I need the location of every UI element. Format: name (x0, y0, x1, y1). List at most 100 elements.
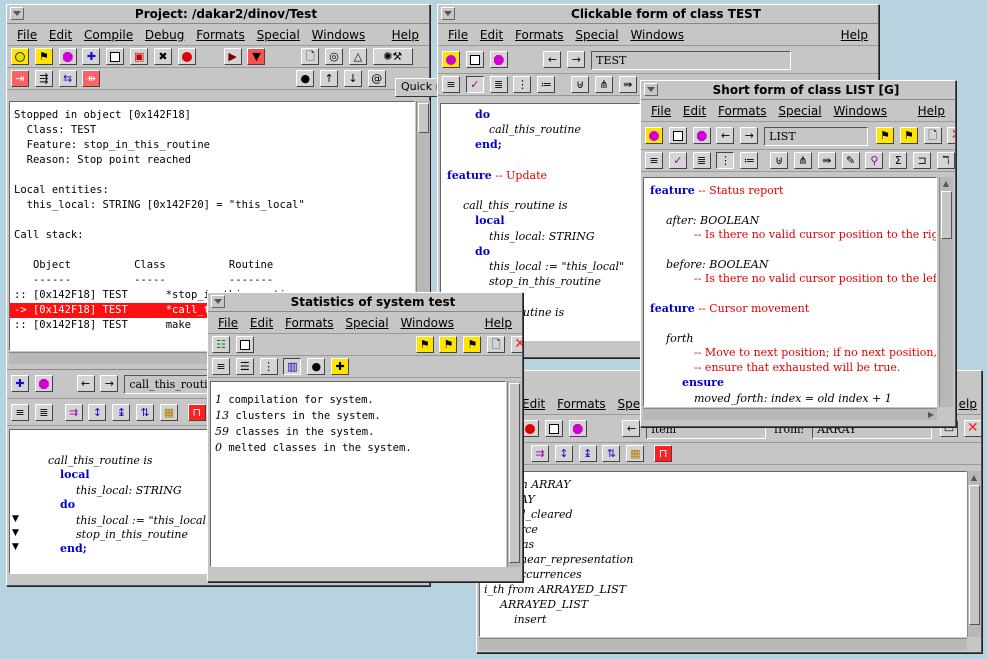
system-icon[interactable] (106, 48, 125, 65)
descendants-icon[interactable]: ⋔ (594, 76, 613, 93)
routine-line[interactable]: call_this_routine is (48, 454, 153, 467)
menu-help[interactable]: Help (485, 312, 512, 330)
exec-nostop-icon[interactable]: ⇻ (82, 70, 101, 87)
menu-help[interactable]: Help (392, 24, 419, 42)
menu-edit[interactable]: Edit (522, 393, 545, 411)
shortform-text[interactable]: feature -- Status report after: BOOLEAN --… (643, 177, 937, 407)
routine-line[interactable]: this_local: STRING (76, 484, 182, 497)
menu-file[interactable]: File (651, 100, 671, 118)
window-menu-button[interactable] (441, 7, 455, 20)
suppliers-icon[interactable]: ✎ (841, 152, 860, 169)
routine-hole-icon[interactable]: ⚑ (34, 48, 53, 65)
implementers-icon[interactable]: ↕ (88, 404, 107, 421)
shortform-titlebar[interactable]: Short form of class LIST [G] (641, 81, 955, 100)
short-format-icon[interactable]: ⋮ (513, 76, 532, 93)
menu-formats[interactable]: Formats (196, 24, 245, 42)
implementers-icon[interactable]: ↕ (554, 445, 573, 462)
short-format-icon[interactable]: ⋮ (259, 358, 278, 375)
short-format-icon[interactable]: ⋮ (716, 152, 735, 169)
feature-line[interactable]: l_cleared (522, 508, 573, 521)
class-hole-icon[interactable] (645, 127, 663, 144)
run-icon[interactable]: ▶ (223, 48, 242, 65)
menu-debug[interactable]: Debug (145, 24, 184, 42)
list-format-icon[interactable]: ☰ (235, 358, 254, 375)
forward-icon[interactable]: → (740, 127, 759, 144)
feature-text[interactable]: on ARRAY AY l_cleared rce as near_representat… (479, 471, 967, 637)
code-line[interactable]: call_this_routine is (463, 199, 568, 212)
menu-edit[interactable]: Edit (480, 24, 503, 42)
routine-line[interactable]: stop_in_this_routine (76, 528, 188, 541)
exec-step-icon[interactable]: ⇶ (34, 70, 53, 87)
descendants-icon[interactable]: ⋔ (793, 152, 812, 169)
routine-line[interactable]: this_local := "this_local"; (76, 514, 215, 527)
empty-box-icon[interactable] (235, 336, 254, 353)
forward-icon[interactable]: → (100, 375, 119, 392)
up-stack-icon[interactable]: ↑ (320, 70, 339, 87)
routine-line[interactable]: local (60, 468, 90, 481)
short-line[interactable]: ensure (682, 376, 724, 389)
stop-point-icon[interactable]: ▼ (12, 514, 19, 524)
stop-here-icon[interactable]: ⊓ (187, 404, 206, 421)
short-line[interactable]: forth (666, 332, 693, 345)
print-icon[interactable]: ⚑ (463, 336, 482, 353)
menu-special[interactable]: Special (778, 100, 821, 118)
text-format-icon[interactable]: ≡ (212, 358, 230, 375)
contract-format-icon[interactable]: ≔ (740, 152, 759, 169)
save-as-icon[interactable]: ⚑ (899, 127, 918, 144)
menu-special[interactable]: Special (257, 24, 300, 42)
save-icon[interactable]: ⚑ (875, 127, 894, 144)
stop-icon[interactable] (177, 48, 196, 65)
display-icon[interactable]: 🗋 (301, 48, 320, 65)
statistics-scrollbar[interactable] (507, 381, 521, 567)
routine-line[interactable]: do (60, 498, 75, 511)
menu-edit[interactable]: Edit (49, 24, 72, 42)
step-icon[interactable]: ▼ (247, 48, 266, 65)
code-line[interactable]: this_local: STRING (489, 230, 595, 243)
at-icon[interactable]: @ (367, 70, 386, 87)
feature-hscrollbar[interactable] (479, 638, 967, 650)
code-line[interactable]: end; (475, 138, 502, 151)
close-icon[interactable]: ✕ (963, 420, 981, 437)
shortform-hscrollbar[interactable]: ▶ (643, 408, 937, 420)
short-line[interactable]: after: BOOLEAN (666, 214, 759, 227)
menu-special[interactable]: Special (345, 312, 388, 330)
window-menu-button[interactable] (211, 295, 225, 308)
history-icon[interactable]: ↨ (112, 404, 131, 421)
menu-edit[interactable]: Edit (683, 100, 706, 118)
menu-edit[interactable]: Edit (250, 312, 273, 330)
text-format-icon[interactable]: ≡ (442, 76, 460, 93)
clickable-titlebar[interactable]: Clickable form of class TEST (438, 5, 878, 24)
back-icon[interactable]: ← (76, 375, 95, 392)
statistics-format-icon[interactable]: ▥ (283, 358, 302, 375)
flat-format-icon[interactable]: ≣ (692, 152, 711, 169)
menu-file[interactable]: File (218, 312, 238, 330)
routines-icon[interactable]: Σ (889, 152, 908, 169)
menu-compile[interactable]: Compile (84, 24, 133, 42)
stop-point-icon[interactable]: ▼ (12, 528, 19, 538)
clickable-format-icon[interactable]: ✓ (668, 152, 687, 169)
modified-icon[interactable]: ✚ (331, 358, 350, 375)
feature-line[interactable]: near_representation (520, 553, 633, 566)
triangle-icon[interactable]: △ (348, 48, 367, 65)
print-icon[interactable]: 🗋 (923, 127, 942, 144)
exec-stop-icon[interactable]: ⇥ (11, 70, 29, 87)
forward-icon[interactable]: → (567, 51, 586, 68)
code-line[interactable]: local (475, 214, 505, 227)
deferred-icon[interactable]: ⊐ (913, 152, 932, 169)
text-format-icon[interactable]: ≡ (645, 152, 663, 169)
stop-point-icon[interactable]: ▼ (12, 542, 19, 552)
statistics-titlebar[interactable]: Statistics of system test (208, 293, 522, 312)
system-icon[interactable] (544, 420, 563, 437)
menu-windows[interactable]: Windows (833, 100, 887, 118)
senders-icon[interactable]: ⇅ (136, 404, 155, 421)
short-line[interactable]: -- ensure that exhausted will be true. (694, 361, 900, 374)
short-line[interactable]: before: BOOLEAN (666, 258, 768, 271)
menu-file[interactable]: File (17, 24, 37, 42)
close-icon[interactable]: ✕ (947, 127, 955, 144)
system-icon[interactable] (668, 127, 687, 144)
object-icon[interactable] (568, 420, 587, 437)
menu-special[interactable]: Special (575, 24, 618, 42)
display-icon[interactable]: 🗋 (487, 336, 506, 353)
feature-line[interactable]: insert (514, 613, 546, 626)
class-field[interactable]: TEST (591, 51, 792, 70)
